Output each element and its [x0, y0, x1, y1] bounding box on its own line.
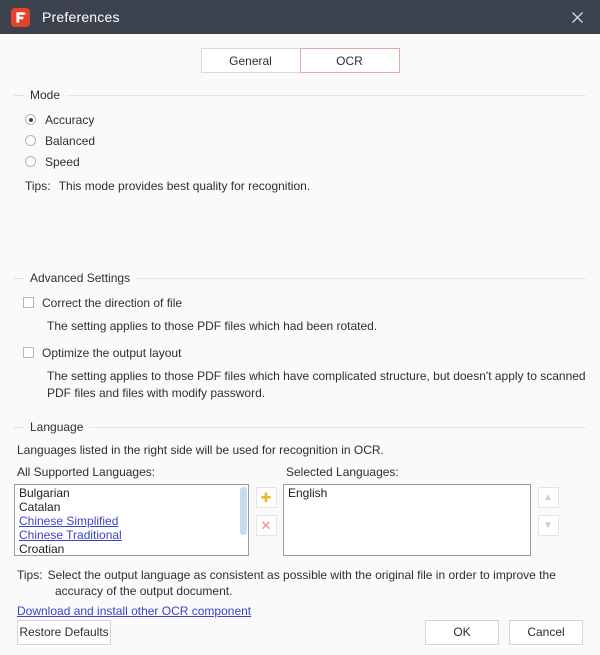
- group-divider-lead: [14, 277, 24, 279]
- window-titlebar: Preferences: [0, 0, 600, 34]
- dialog-footer: Restore Defaults OK Cancel: [0, 609, 600, 655]
- radio-speed-label: Speed: [45, 154, 80, 169]
- group-divider-tail: [136, 277, 586, 279]
- radio-balanced-label: Balanced: [45, 133, 96, 148]
- window-title: Preferences: [42, 9, 120, 25]
- reorder-buttons-column: ▲ ▼: [531, 465, 565, 536]
- tabbar: General OCR: [0, 34, 600, 73]
- list-item[interactable]: Chinese Traditional: [15, 528, 248, 542]
- advanced-group-body: Correct the direction of file The settin…: [14, 284, 586, 402]
- radio-accuracy-label: Accuracy: [45, 112, 95, 127]
- selected-languages-list: English: [284, 485, 530, 500]
- group-divider-tail: [89, 426, 586, 428]
- language-lists-row: All Supported Languages: Bulgarian Catal…: [14, 465, 586, 556]
- all-languages-column: All Supported Languages: Bulgarian Catal…: [14, 465, 249, 556]
- list-item[interactable]: Chinese Simplified: [15, 514, 248, 528]
- language-group-title: Language: [30, 420, 84, 434]
- cancel-button[interactable]: Cancel: [509, 619, 583, 645]
- advanced-group-header: Advanced Settings: [14, 272, 586, 284]
- mode-group: Mode Accuracy Balanced Speed Tips: This …: [14, 89, 586, 256]
- footer-right-buttons: OK Cancel: [425, 619, 583, 645]
- list-item[interactable]: Catalan: [15, 500, 248, 514]
- transfer-buttons-column: ✚ ✕: [249, 465, 283, 536]
- advanced-group-title: Advanced Settings: [30, 271, 131, 285]
- mode-tips-text: This mode provides best quality for reco…: [58, 179, 311, 193]
- preferences-content: Mode Accuracy Balanced Speed Tips: This …: [0, 89, 600, 619]
- move-down-button[interactable]: ▼: [537, 515, 559, 536]
- all-languages-listbox[interactable]: Bulgarian Catalan Chinese Simplified Chi…: [14, 484, 249, 556]
- checkbox-optimize-layout-icon[interactable]: [23, 347, 34, 358]
- language-group-body: Languages listed in the right side will …: [14, 433, 586, 619]
- scrollbar-thumb[interactable]: [240, 487, 247, 535]
- mode-group-spacer: [14, 194, 586, 256]
- mode-tips: Tips: This mode provides best quality fo…: [25, 178, 586, 194]
- checkbox-correct-direction-icon[interactable]: [23, 297, 34, 308]
- language-group-header: Language: [14, 421, 586, 433]
- language-tips-line2: accuracy of the output document.: [55, 584, 233, 598]
- language-intro-text: Languages listed in the right side will …: [17, 443, 384, 457]
- list-item[interactable]: English: [284, 486, 530, 500]
- ok-button[interactable]: OK: [425, 619, 499, 645]
- checkbox-optimize-layout[interactable]: Optimize the output layout: [14, 342, 586, 363]
- radio-option-accuracy[interactable]: Accuracy: [14, 109, 586, 130]
- radio-option-speed[interactable]: Speed: [14, 151, 586, 172]
- correct-direction-description: The setting applies to those PDF files w…: [47, 319, 378, 333]
- checkbox-optimize-layout-label: Optimize the output layout: [42, 345, 182, 360]
- language-group: Language Languages listed in the right s…: [14, 421, 586, 619]
- selected-languages-column: Selected Languages: English: [283, 465, 531, 556]
- checkbox-correct-direction-label: Correct the direction of file: [42, 295, 183, 310]
- all-languages-list: Bulgarian Catalan Chinese Simplified Chi…: [15, 485, 248, 555]
- all-languages-scrollbar[interactable]: [239, 485, 248, 555]
- radio-balanced-icon[interactable]: [25, 135, 36, 146]
- radio-accuracy-icon[interactable]: [25, 114, 36, 125]
- mode-group-header: Mode: [14, 89, 586, 101]
- group-divider-tail: [66, 94, 586, 96]
- group-divider-lead: [14, 426, 24, 428]
- restore-defaults-button[interactable]: Restore Defaults: [17, 619, 111, 645]
- optimize-layout-description: The setting applies to those PDF files w…: [47, 369, 586, 400]
- group-divider-lead: [14, 94, 24, 96]
- mode-tips-label: Tips:: [25, 179, 51, 193]
- move-up-button[interactable]: ▲: [537, 487, 559, 508]
- radio-speed-icon[interactable]: [25, 156, 36, 167]
- checkbox-correct-direction[interactable]: Correct the direction of file: [14, 292, 586, 313]
- mode-group-body: Accuracy Balanced Speed Tips: This mode …: [14, 101, 586, 256]
- language-tips-line1: Select the output language as consistent…: [47, 568, 556, 582]
- selected-languages-listbox[interactable]: English: [283, 484, 531, 556]
- mode-group-title: Mode: [30, 88, 61, 102]
- advanced-settings-group: Advanced Settings Correct the direction …: [14, 272, 586, 402]
- selected-languages-caption: Selected Languages:: [286, 465, 399, 479]
- radio-option-balanced[interactable]: Balanced: [14, 130, 586, 151]
- remove-language-button[interactable]: ✕: [255, 515, 277, 536]
- tab-ocr[interactable]: OCR: [299, 48, 400, 73]
- pdfelement-f-logo-icon: [11, 7, 30, 27]
- tab-general[interactable]: General: [200, 48, 301, 73]
- list-item[interactable]: Bulgarian: [15, 486, 248, 500]
- language-tips-label: Tips:: [17, 568, 43, 582]
- list-item[interactable]: Croatian: [15, 542, 248, 555]
- close-icon[interactable]: [554, 0, 600, 34]
- all-languages-caption: All Supported Languages:: [17, 465, 156, 479]
- add-language-button[interactable]: ✚: [255, 487, 277, 508]
